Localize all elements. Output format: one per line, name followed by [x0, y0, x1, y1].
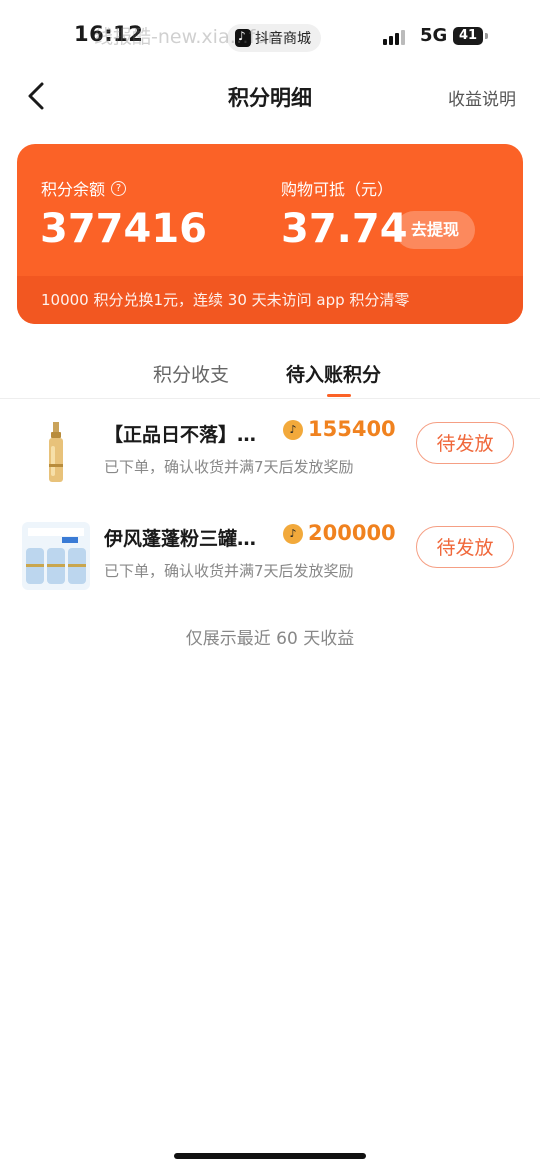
- points-amount: 200000: [308, 521, 396, 545]
- active-tab-indicator: [327, 394, 351, 397]
- points-summary-card: 积分余额 ? 377416 购物可抵（元） 37.74 去提现 10000 积分…: [17, 144, 523, 324]
- reward-condition: 已下单，确认收货并满7天后发放奖励: [104, 458, 354, 476]
- powder-jars-icon: [22, 522, 90, 590]
- tab-points-transactions[interactable]: 积分收支: [153, 360, 229, 387]
- product-title: 【正品日不落】…: [104, 424, 257, 446]
- history-range-note: 仅展示最近 60 天收益: [185, 629, 355, 649]
- help-icon[interactable]: ?: [111, 180, 127, 196]
- pending-release-button[interactable]: 待发放: [416, 422, 514, 464]
- balance-label: 积分余额: [41, 180, 106, 199]
- earnings-explanation-link[interactable]: 收益说明: [448, 85, 516, 110]
- product-title: 伊风蓬蓬粉三罐…: [104, 528, 257, 550]
- signal-icon: [383, 30, 405, 45]
- deduct-label: 购物可抵（元）: [281, 180, 394, 199]
- exchange-rule-note: 10000 积分兑换1元，连续 30 天未访问 app 积分清零: [17, 276, 523, 324]
- points-amount: 155400: [308, 417, 396, 441]
- douyin-coin-icon: ♪: [283, 420, 303, 440]
- balance-label-row: 积分余额 ?: [41, 176, 127, 200]
- reward-condition: 已下单，确认收货并满7天后发放奖励: [104, 562, 354, 580]
- product-thumbnail: [22, 522, 90, 590]
- tab-pending-points[interactable]: 待入账积分: [286, 360, 381, 387]
- douyin-coin-icon: ♪: [283, 524, 303, 544]
- withdraw-button[interactable]: 去提现: [395, 211, 475, 249]
- pending-release-button[interactable]: 待发放: [416, 526, 514, 568]
- balance-value: 377416: [40, 206, 207, 252]
- battery-icon: 41: [453, 27, 488, 45]
- chevron-left-icon: [28, 82, 44, 110]
- watermark: 线报酷-new.xia…fun: [94, 26, 280, 48]
- nav-bar: 积分明细 收益说明: [0, 70, 540, 122]
- serum-bottle-icon: [22, 418, 90, 486]
- home-indicator[interactable]: [174, 1153, 366, 1159]
- back-button[interactable]: [18, 76, 58, 116]
- tab-bar: 积分收支 待入账积分: [0, 350, 540, 399]
- deduct-value: 37.74: [281, 206, 408, 252]
- status-bar: 16:12 抖音商城 线报酷-new.xia…fun 5G 41: [0, 0, 540, 70]
- network-type: 5G: [420, 25, 448, 46]
- list-item[interactable]: 【正品日不落】… ♪ 155400 已下单，确认收货并满7天后发放奖励 待发放: [0, 406, 540, 496]
- list-item[interactable]: 伊风蓬蓬粉三罐… ♪ 200000 已下单，确认收货并满7天后发放奖励 待发放: [0, 510, 540, 600]
- product-thumbnail: [22, 418, 90, 486]
